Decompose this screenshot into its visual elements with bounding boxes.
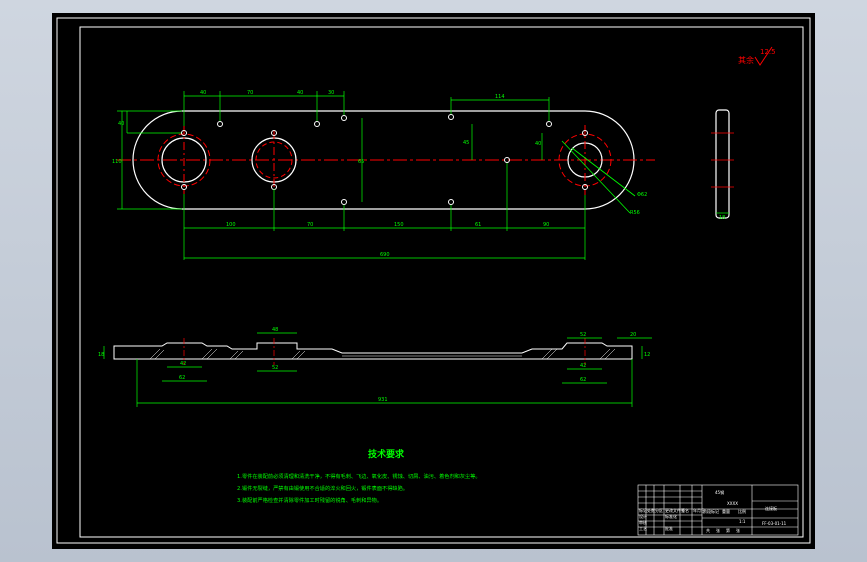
svg-text:20: 20 (630, 332, 636, 338)
section-hatching (149, 348, 616, 360)
svg-text:62: 62 (580, 377, 586, 383)
svg-text:52: 52 (580, 332, 586, 338)
svg-text:张: 张 (736, 527, 740, 533)
svg-text:150: 150 (394, 222, 404, 228)
svg-text:R56: R56 (630, 210, 640, 216)
tech-req-item: 3.装配前严格检查并清除零件加工时残留的锐角、毛刺和异物。 (237, 496, 382, 504)
svg-text:设计: 设计 (639, 513, 647, 519)
svg-text:12: 12 (644, 352, 650, 358)
tech-req-title: 技术要求 (368, 448, 405, 460)
svg-text:90: 90 (543, 222, 549, 228)
svg-text:70: 70 (247, 90, 253, 96)
svg-text:18: 18 (719, 215, 725, 221)
svg-text:签名: 签名 (681, 507, 689, 513)
top-view: 40 70 40 30 114 100 70 150 61 90 690 40 … (112, 90, 655, 260)
svg-text:重量: 重量 (722, 508, 730, 514)
svg-text:114: 114 (495, 94, 505, 100)
svg-text:48: 48 (272, 327, 278, 333)
tech-req-item: 1.零件在装配前必须清理和清洗干净，不得有毛刺、飞边、氧化皮、锈蚀、切屑、油污、… (237, 472, 481, 480)
svg-text:工艺: 工艺 (639, 526, 647, 531)
inner-border (79, 26, 804, 538)
svg-text:40: 40 (535, 141, 541, 147)
top-view-dimensions (117, 91, 586, 260)
svg-text:100: 100 (226, 222, 236, 228)
svg-text:45: 45 (463, 140, 469, 146)
svg-text:共: 共 (706, 527, 710, 533)
bore-hole-3 (558, 125, 636, 214)
svg-text:40: 40 (118, 121, 124, 127)
svg-text:40: 40 (297, 90, 303, 96)
svg-text:其余: 其余 (738, 55, 754, 65)
svg-text:62: 62 (179, 375, 185, 381)
svg-text:XXXX: XXXX (727, 501, 738, 506)
technical-requirements: 技术要求 1.零件在装配前必须清理和清洗干净，不得有毛刺、飞边、氧化皮、锈蚀、切… (237, 448, 481, 504)
svg-text:连接板: 连接板 (765, 505, 777, 511)
svg-text:690: 690 (380, 252, 390, 258)
svg-text:65: 65 (358, 159, 364, 165)
svg-text:分区: 分区 (655, 507, 663, 513)
roughness-note: 其余 12.5 (738, 46, 776, 66)
svg-text:40: 40 (200, 90, 206, 96)
section-outline (113, 342, 633, 360)
cad-drawing: 其余 12.5 40 70 40 30 114 100 70 150 61 90… (56, 17, 811, 544)
top-view-dim-labels: 40 70 40 30 114 100 70 150 61 90 690 40 … (112, 90, 647, 258)
title-block-text: 45钢 XXXX 连接板 FF-03-01-11 1:1 标记 处数 分区 更改… (639, 489, 787, 533)
front-view-dimensions (103, 332, 652, 407)
svg-text:61: 61 (475, 222, 481, 228)
svg-text:52: 52 (272, 365, 278, 371)
svg-text:比例: 比例 (738, 508, 746, 514)
front-view: 48 52 20 42 62 52 42 62 931 18 12 (98, 327, 652, 407)
svg-text:42: 42 (580, 363, 586, 369)
side-view: 18 (711, 109, 734, 221)
svg-text:1:1: 1:1 (739, 519, 746, 524)
front-view-dim-labels: 48 52 20 42 62 52 42 62 931 18 12 (98, 327, 650, 403)
drawing-sheet: 其余 12.5 40 70 40 30 114 100 70 150 61 90… (52, 13, 815, 549)
svg-text:42: 42 (180, 361, 186, 367)
svg-text:批准: 批准 (665, 525, 673, 531)
outer-border (56, 17, 811, 544)
svg-text:审核: 审核 (639, 519, 647, 525)
svg-text:处数: 处数 (647, 507, 655, 513)
svg-text:30: 30 (328, 90, 334, 96)
tech-req-item: 2.锻件无裂缝，严禁有由锻使用不合适的淬火和回火，锻件表面不得缺陷。 (237, 484, 408, 492)
svg-text:70: 70 (307, 222, 313, 228)
svg-text:12.5: 12.5 (760, 48, 776, 56)
svg-text:110: 110 (112, 159, 122, 165)
svg-text:931: 931 (378, 397, 388, 403)
svg-text:Φ62: Φ62 (637, 192, 647, 198)
svg-text:第: 第 (726, 527, 730, 533)
svg-text:18: 18 (98, 352, 104, 358)
svg-text:张: 张 (716, 527, 720, 533)
svg-text:标准化: 标准化 (665, 513, 677, 519)
svg-text:45钢: 45钢 (715, 489, 724, 495)
svg-text:FF-03-01-11: FF-03-01-11 (762, 521, 787, 526)
svg-text:阶段标记: 阶段标记 (703, 508, 719, 514)
svg-text:标记: 标记 (639, 507, 647, 513)
